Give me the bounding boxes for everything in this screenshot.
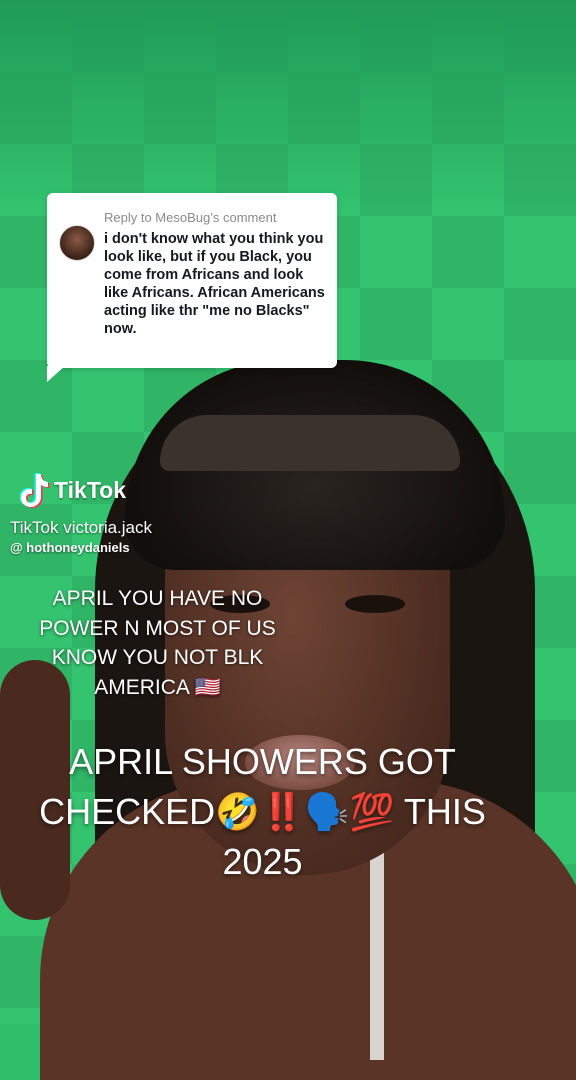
caption-small-line: AMERICA 🇺🇸: [94, 675, 221, 699]
watermark-username: TikTok victoria.jack: [10, 518, 153, 537]
reply-comment-text: i don't know what you think you look lik…: [104, 231, 325, 337]
caption-big-line: APRIL SHOWERS GOT: [69, 741, 456, 782]
right-eye: [345, 595, 405, 613]
commenter-avatar[interactable]: [59, 225, 95, 261]
reply-header: Reply to MesoBug’s comment: [104, 210, 277, 225]
reply-comment-card[interactable]: Reply to MesoBug’s comment i don't know …: [47, 193, 337, 382]
tiktok-brand-text: TikTok: [54, 476, 126, 503]
caption-big-line: 2025: [222, 841, 303, 882]
caption-small-line: KNOW YOU NOT BLK: [51, 646, 264, 669]
caption-big-line: CHECKED🤣‼️🗣️💯 THIS: [39, 791, 486, 832]
headband: [160, 415, 460, 471]
watermark-handle: @ hothoneydaniels: [10, 540, 130, 555]
caption-small-line: APRIL YOU HAVE NO: [52, 587, 263, 610]
tiktok-watermark: TikTok: [19, 472, 126, 508]
caption-big: APRIL SHOWERS GOT CHECKED🤣‼️🗣️💯 THIS 202…: [20, 737, 505, 887]
tiktok-note-icon: [19, 472, 50, 508]
caption-small: APRIL YOU HAVE NO POWER N MOST OF US KNO…: [20, 584, 295, 702]
caption-small-line: POWER N MOST OF US: [39, 616, 276, 640]
background-top-shade: [0, 0, 576, 220]
